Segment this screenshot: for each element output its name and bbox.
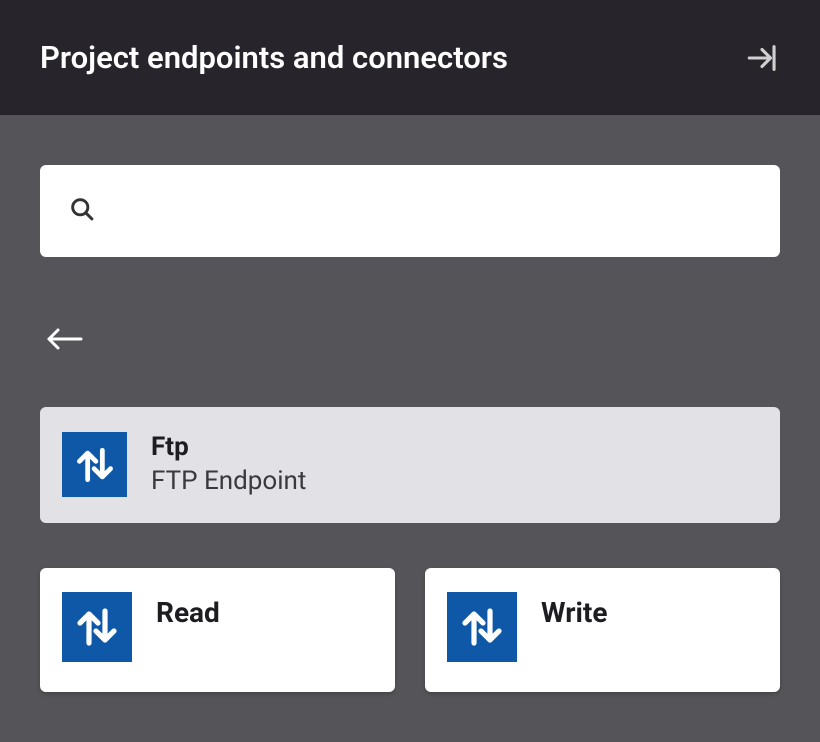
search-icon [68, 195, 96, 227]
search-input[interactable] [108, 198, 752, 224]
endpoint-text: Ftp FTP Endpoint [151, 431, 306, 499]
actions-row: Read Write [40, 568, 780, 692]
arrow-left-icon [46, 325, 84, 353]
ftp-transfer-icon [447, 592, 517, 662]
back-area [40, 325, 780, 357]
collapse-panel-button[interactable] [744, 40, 780, 76]
action-label: Read [156, 592, 220, 629]
panel-header: Project endpoints and connectors [0, 0, 820, 115]
collapse-right-icon [745, 41, 779, 75]
action-label: Write [541, 592, 607, 629]
ftp-transfer-icon [62, 592, 132, 662]
endpoint-subtitle: FTP Endpoint [151, 465, 306, 499]
search-box[interactable] [40, 165, 780, 257]
back-button[interactable] [46, 325, 84, 353]
panel-title: Project endpoints and connectors [40, 39, 508, 76]
panel-content: Ftp FTP Endpoint Read [0, 115, 820, 742]
action-card-read[interactable]: Read [40, 568, 395, 692]
action-card-write[interactable]: Write [425, 568, 780, 692]
endpoint-title: Ftp [151, 431, 306, 465]
ftp-icon [62, 432, 127, 497]
endpoint-card-ftp[interactable]: Ftp FTP Endpoint [40, 407, 780, 523]
